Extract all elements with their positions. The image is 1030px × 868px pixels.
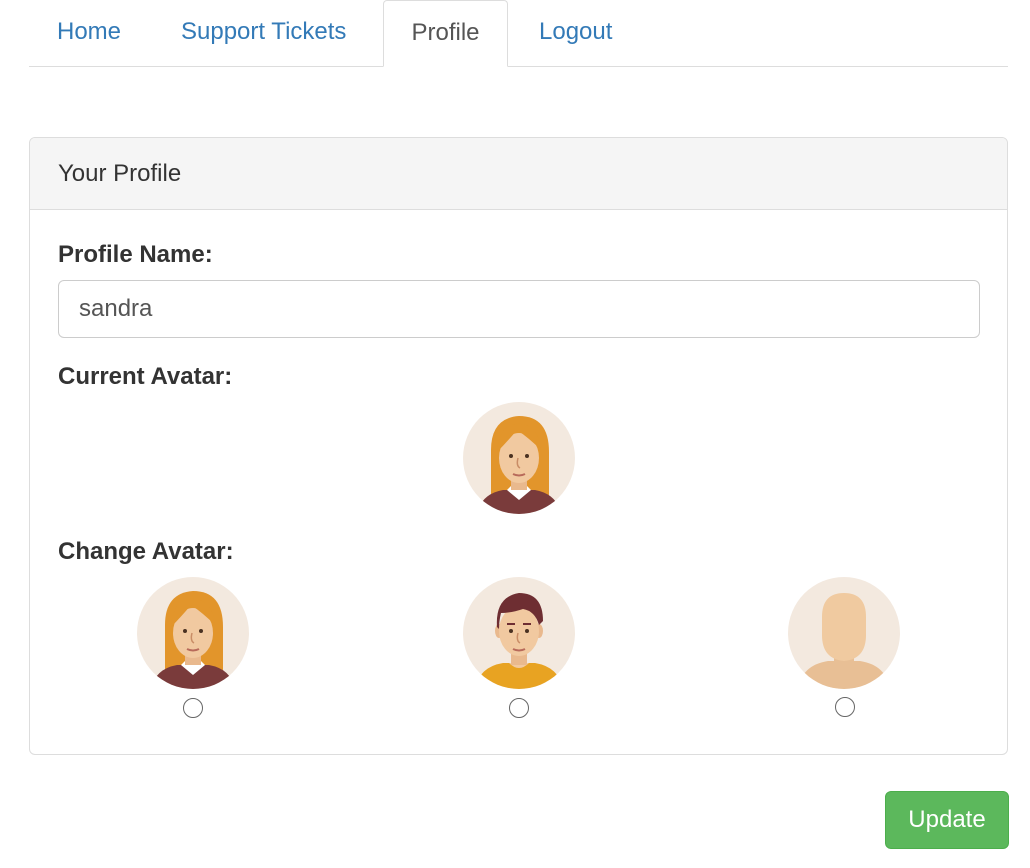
- profile-name-input[interactable]: [58, 280, 980, 338]
- default-avatar-icon: [788, 577, 900, 689]
- update-button[interactable]: Update: [885, 791, 1009, 849]
- tab-logout[interactable]: Logout: [539, 0, 612, 66]
- panel-title: Your Profile: [30, 138, 1007, 210]
- tab-support-tickets[interactable]: Support Tickets: [181, 0, 346, 66]
- change-avatar-label: Change Avatar:: [58, 538, 234, 565]
- avatar-radio-male[interactable]: [509, 698, 529, 718]
- nav-tabs: Home Support Tickets Profile Logout: [29, 0, 1008, 67]
- avatar-radio-default[interactable]: [835, 697, 855, 717]
- male-avatar-icon: [463, 577, 575, 689]
- tab-home[interactable]: Home: [57, 0, 121, 66]
- profile-name-label: Profile Name:: [58, 241, 213, 268]
- tab-profile[interactable]: Profile: [383, 0, 508, 67]
- current-avatar-label: Current Avatar:: [58, 363, 233, 390]
- female-avatar-icon: [463, 402, 575, 514]
- profile-panel: Your Profile Profile Name: Current Avata…: [29, 137, 1008, 755]
- female-avatar-icon: [137, 577, 249, 689]
- avatar-radio-female[interactable]: [183, 698, 203, 718]
